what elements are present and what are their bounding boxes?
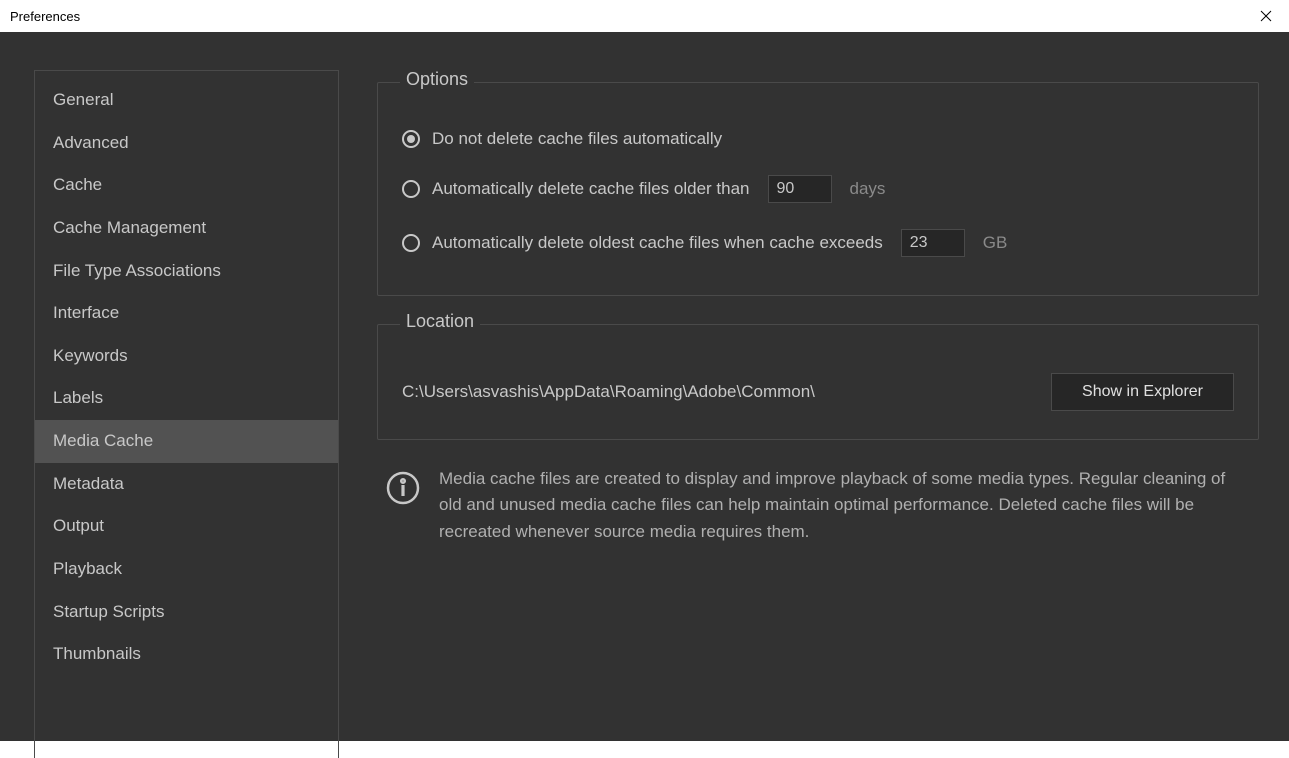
close-button[interactable]	[1243, 0, 1289, 32]
option-delete-older-than[interactable]: Automatically delete cache files older t…	[402, 175, 1234, 203]
sidebar-item-labels[interactable]: Labels	[35, 377, 338, 420]
sidebar-item-thumbnails[interactable]: Thumbnails	[35, 633, 338, 676]
sidebar-item-label: Playback	[53, 559, 122, 578]
sidebar-item-keywords[interactable]: Keywords	[35, 335, 338, 378]
content-area: General Advanced Cache Cache Management File…	[0, 32, 1289, 741]
main-panel: Options Do not delete cache files automa…	[339, 32, 1289, 741]
location-row: C:\Users\asvashis\AppData\Roaming\Adobe\…	[402, 373, 1234, 411]
radio-icon	[402, 130, 420, 148]
close-icon	[1260, 10, 1272, 22]
sidebar-item-label: Media Cache	[53, 431, 153, 450]
window-title: Preferences	[10, 9, 80, 24]
location-fieldset: Location C:\Users\asvashis\AppData\Roami…	[377, 324, 1259, 440]
info-block: Media cache files are created to display…	[377, 466, 1259, 545]
sidebar-item-playback[interactable]: Playback	[35, 548, 338, 591]
sidebar-item-metadata[interactable]: Metadata	[35, 463, 338, 506]
sidebar-item-label: Interface	[53, 303, 119, 322]
radio-icon	[402, 234, 420, 252]
sidebar-item-label: Advanced	[53, 133, 129, 152]
unit-label: GB	[983, 233, 1008, 253]
sidebar-item-label: Startup Scripts	[53, 602, 165, 621]
option-label: Do not delete cache files automatically	[432, 129, 722, 149]
options-legend: Options	[400, 69, 474, 90]
titlebar: Preferences	[0, 0, 1289, 32]
unit-label: days	[850, 179, 886, 199]
sidebar-item-label: Keywords	[53, 346, 128, 365]
options-fieldset: Options Do not delete cache files automa…	[377, 82, 1259, 296]
sidebar: General Advanced Cache Cache Management File…	[34, 70, 339, 758]
sidebar-item-cache-management[interactable]: Cache Management	[35, 207, 338, 250]
sidebar-item-label: Thumbnails	[53, 644, 141, 663]
sidebar-item-label: Labels	[53, 388, 103, 407]
sidebar-item-cache[interactable]: Cache	[35, 164, 338, 207]
radio-icon	[402, 180, 420, 198]
sidebar-item-label: Metadata	[53, 474, 124, 493]
sidebar-item-startup-scripts[interactable]: Startup Scripts	[35, 591, 338, 634]
sidebar-item-label: Output	[53, 516, 104, 535]
sidebar-item-label: File Type Associations	[53, 261, 221, 280]
sidebar-item-media-cache[interactable]: Media Cache	[35, 420, 338, 463]
sidebar-item-interface[interactable]: Interface	[35, 292, 338, 335]
show-in-explorer-button[interactable]: Show in Explorer	[1051, 373, 1234, 411]
sidebar-item-output[interactable]: Output	[35, 505, 338, 548]
sidebar-item-label: Cache	[53, 175, 102, 194]
sidebar-item-general[interactable]: General	[35, 79, 338, 122]
option-do-not-delete[interactable]: Do not delete cache files automatically	[402, 129, 1234, 149]
sidebar-item-file-type-associations[interactable]: File Type Associations	[35, 250, 338, 293]
option-label: Automatically delete oldest cache files …	[432, 233, 883, 253]
sidebar-item-label: Cache Management	[53, 218, 206, 237]
info-text: Media cache files are created to display…	[439, 466, 1251, 545]
location-legend: Location	[400, 311, 480, 332]
location-path: C:\Users\asvashis\AppData\Roaming\Adobe\…	[402, 382, 1031, 402]
info-icon	[385, 470, 421, 506]
option-label: Automatically delete cache files older t…	[432, 179, 750, 199]
sidebar-item-label: General	[53, 90, 113, 109]
option-delete-when-exceeds[interactable]: Automatically delete oldest cache files …	[402, 229, 1234, 257]
gb-input[interactable]	[901, 229, 965, 257]
sidebar-item-advanced[interactable]: Advanced	[35, 122, 338, 165]
days-input[interactable]	[768, 175, 832, 203]
